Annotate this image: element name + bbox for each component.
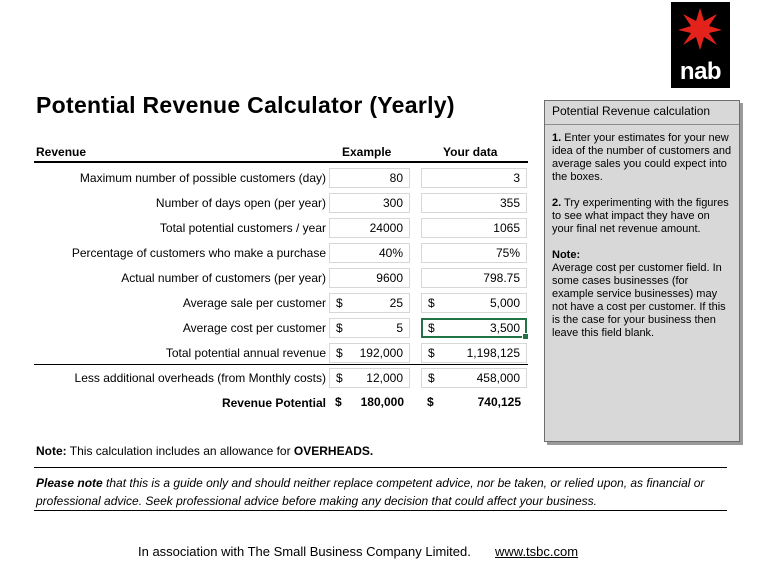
row-label-total-revenue: Total potential annual revenue (165, 346, 326, 360)
example-overheads-cell[interactable]: $12,000 (329, 368, 410, 388)
row-label-purchase-percentage: Percentage of customers who make a purch… (71, 246, 326, 260)
example-total-revenue-cell[interactable]: $192,000 (329, 343, 410, 363)
nab-logo: nab (671, 2, 730, 88)
example-days-open-cell[interactable]: 300 (329, 193, 410, 213)
row-label-revenue-potential: Revenue Potential (221, 396, 326, 410)
logo-text: nab (679, 58, 722, 85)
your-max-customers-cell[interactable]: 3 (421, 168, 527, 188)
example-column-header: Example (342, 145, 392, 159)
overheads-note: Note: This calculation includes an allow… (36, 444, 374, 458)
revenue-column-header: Revenue (36, 145, 87, 159)
your-revenue-potential-cell[interactable]: $740,125 (421, 393, 527, 413)
your-data-column-header: Your data (443, 145, 498, 159)
row-label-max-customers: Maximum number of possible customers (da… (79, 171, 326, 185)
your-average-sale-cell[interactable]: $5,000 (421, 293, 527, 313)
total-divider (34, 364, 528, 365)
row-label-total-customers: Total potential customers / year (159, 221, 326, 235)
footer-association-text: In association with The Small Business C… (138, 544, 471, 559)
example-max-customers-cell[interactable]: 80 (329, 168, 410, 188)
instructions-panel: Potential Revenue calculation 1. Enter y… (544, 100, 740, 442)
row-label-days-open: Number of days open (per year) (155, 196, 326, 210)
instruction-step-2: 2. Try experimenting with the figures to… (552, 197, 729, 235)
your-actual-customers-cell[interactable]: 798.75 (421, 268, 527, 288)
disclaimer-top-divider (34, 467, 727, 468)
example-average-sale-cell[interactable]: $25 (329, 293, 410, 313)
instruction-note: Note: Average cost per customer field. In… (552, 249, 726, 339)
your-overheads-cell[interactable]: $458,000 (421, 368, 527, 388)
your-total-revenue-cell[interactable]: $1,198,125 (421, 343, 527, 363)
your-average-cost-cell[interactable]: $3,500 (421, 318, 529, 340)
footer-website-link[interactable]: www.tsbc.com (495, 544, 578, 559)
page-title: Potential Revenue Calculator (Yearly) (36, 92, 455, 118)
example-purchase-percentage-cell[interactable]: 40% (329, 243, 410, 263)
disclaimer: Please note that this is a guide only an… (36, 476, 705, 508)
disclaimer-bottom-divider (34, 510, 727, 511)
nab-star-icon (678, 8, 722, 50)
example-revenue-potential-cell[interactable]: $180,000 (329, 393, 410, 413)
example-actual-customers-cell[interactable]: 9600 (329, 268, 410, 288)
header-divider (34, 161, 528, 163)
example-total-customers-cell[interactable]: 24000 (329, 218, 410, 238)
instruction-step-1: 1. Enter your estimates for your new ide… (552, 132, 732, 183)
row-label-average-cost: Average cost per customer (182, 321, 326, 335)
row-label-overheads: Less additional overheads (from Monthly … (74, 371, 326, 385)
row-label-actual-customers: Actual number of customers (per year) (121, 271, 326, 285)
your-purchase-percentage-cell[interactable]: 75% (421, 243, 527, 263)
instructions-panel-title: Potential Revenue calculation (552, 104, 711, 118)
row-label-average-sale: Average sale per customer (182, 296, 326, 310)
your-total-customers-cell[interactable]: 1065 (421, 218, 527, 238)
example-average-cost-cell[interactable]: $5 (329, 318, 410, 338)
instructions-panel-divider (545, 124, 739, 125)
your-days-open-cell[interactable]: 355 (421, 193, 527, 213)
